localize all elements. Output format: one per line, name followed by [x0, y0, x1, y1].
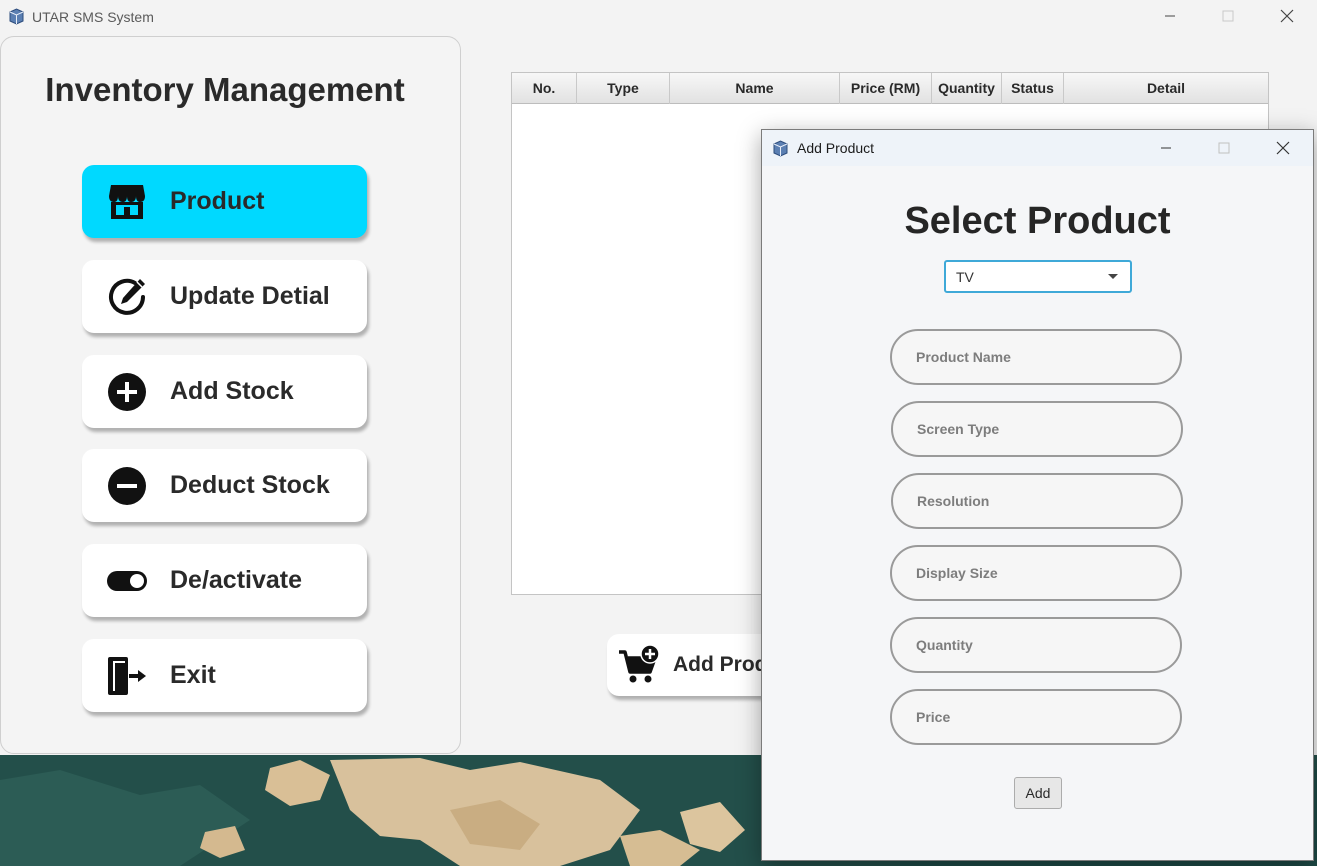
field-placeholder: Resolution: [917, 493, 990, 509]
quantity-field[interactable]: Quantity: [890, 617, 1182, 673]
sidebar-item-deduct-stock[interactable]: Deduct Stock: [82, 449, 367, 522]
screen-type-field[interactable]: Screen Type: [891, 401, 1183, 457]
column-header-price[interactable]: Price (RM): [840, 73, 932, 104]
dialog-heading: Select Product: [904, 200, 1171, 242]
sidebar-item-add-stock[interactable]: Add Stock: [82, 355, 367, 428]
minimize-button[interactable]: [1147, 0, 1193, 32]
sidebar-item-label: Add Stock: [170, 377, 294, 405]
minimize-icon: [1165, 15, 1175, 17]
column-header-type[interactable]: Type: [577, 73, 670, 104]
plus-circle-icon: [108, 373, 146, 411]
dialog-title: Add Product: [797, 140, 875, 156]
sidebar-item-product[interactable]: Product: [82, 165, 367, 238]
add-product-dialog: Add Product Select Product TV Product Na…: [761, 129, 1314, 861]
column-header-name[interactable]: Name: [670, 73, 840, 104]
close-icon: [1280, 9, 1294, 23]
product-name-field[interactable]: Product Name: [890, 329, 1182, 385]
edit-pen-icon: [109, 278, 145, 315]
maximize-icon: [1218, 142, 1230, 154]
minimize-icon: [1161, 147, 1171, 149]
column-header-no[interactable]: No.: [512, 73, 577, 104]
exit-door-icon: [108, 657, 146, 695]
price-field[interactable]: Price: [890, 689, 1182, 745]
maximize-icon: [1222, 10, 1234, 22]
app-logo-icon: [9, 8, 24, 25]
column-header-status[interactable]: Status: [1002, 73, 1064, 104]
dialog-maximize-button[interactable]: [1201, 132, 1247, 164]
resolution-field[interactable]: Resolution: [891, 473, 1183, 529]
display-size-field[interactable]: Display Size: [890, 545, 1182, 601]
store-icon: [109, 185, 145, 219]
column-header-quantity[interactable]: Quantity: [932, 73, 1002, 104]
title-bar: UTAR SMS System: [0, 0, 1317, 34]
sidebar-item-update-detail[interactable]: Update Detial: [82, 260, 367, 333]
sidebar-item-label: Deduct Stock: [170, 471, 330, 499]
cart-plus-icon: [619, 644, 660, 683]
sidebar-title: Inventory Management: [45, 71, 405, 108]
field-placeholder: Price: [916, 709, 951, 725]
close-icon: [1276, 141, 1290, 155]
field-placeholder: Screen Type: [917, 421, 1000, 437]
sidebar-item-label: Product: [170, 187, 265, 215]
add-button[interactable]: Add: [1014, 777, 1062, 809]
column-header-detail[interactable]: Detail: [1064, 73, 1268, 104]
sidebar-item-label: De/activate: [170, 566, 303, 594]
toggle-icon: [107, 571, 147, 591]
dialog-close-button[interactable]: [1260, 132, 1306, 164]
chevron-down-icon: [1108, 274, 1118, 279]
dialog-minimize-button[interactable]: [1143, 132, 1189, 164]
field-placeholder: Product Name: [916, 349, 1011, 365]
minus-circle-icon: [108, 467, 146, 505]
app-logo-icon: [773, 140, 788, 157]
table-header: No. Type Name Price (RM) Quantity Status…: [512, 73, 1268, 104]
sidebar-item-exit[interactable]: Exit: [82, 639, 367, 712]
window-title: UTAR SMS System: [32, 9, 154, 25]
close-button[interactable]: [1264, 0, 1310, 32]
sidebar-item-label: Update Detial: [170, 282, 330, 310]
product-type-select[interactable]: TV: [944, 260, 1132, 293]
select-value: TV: [956, 269, 974, 285]
sidebar-item-deactivate[interactable]: De/activate: [82, 544, 367, 617]
sidebar-item-label: Exit: [170, 661, 216, 689]
dialog-title-bar: Add Product: [762, 130, 1313, 166]
maximize-button[interactable]: [1205, 0, 1251, 32]
field-placeholder: Quantity: [916, 637, 973, 653]
field-placeholder: Display Size: [916, 565, 998, 581]
